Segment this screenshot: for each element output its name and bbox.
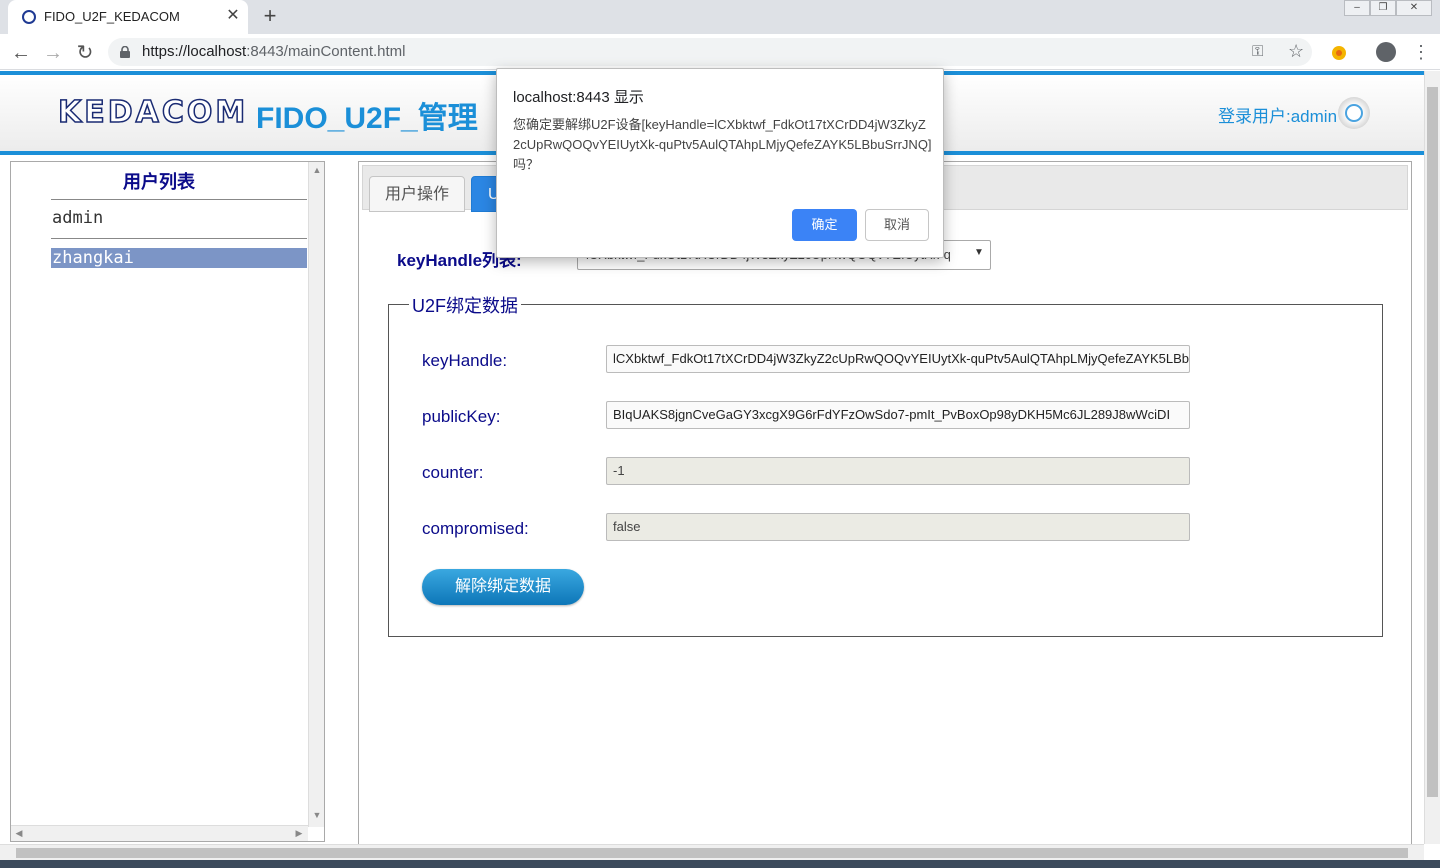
chevron-down-icon: ▼ [974,247,984,258]
scrollbar-thumb[interactable] [1427,87,1438,797]
u2f-binding-fieldset: U2F绑定数据 keyHandle: lCXbktwf_FdkOt17tXCrD… [388,292,1383,637]
page-vertical-scrollbar[interactable] [1424,71,1440,844]
publickey-label: publicKey: [422,407,501,426]
url-host: https://localhost [142,43,247,60]
lock-icon [120,46,130,58]
forward-icon[interactable]: → [42,42,64,64]
logout-power-icon[interactable] [1338,97,1370,129]
user-item-admin[interactable]: admin [51,208,307,228]
url-text: https://localhost:8443/mainContent.html [142,43,406,60]
extension-icon[interactable] [1330,43,1348,61]
ok-button[interactable]: 确定 [792,209,857,241]
divider [51,199,307,200]
bookmark-star-icon[interactable]: ☆ [1288,41,1304,62]
os-taskbar [0,860,1440,868]
counter-field[interactable]: -1 [606,457,1190,485]
close-tab-icon[interactable]: ✕ [224,6,242,26]
compromised-field[interactable]: false [606,513,1190,541]
publickey-field[interactable]: BIqUAKS8jgnCveGaGY3xcgX9G6rFdYFzOwSdo7-p… [606,401,1190,429]
scroll-right-icon[interactable]: ▶ [291,828,307,839]
scroll-up-icon[interactable]: ▲ [309,165,325,175]
unbind-button[interactable]: 解除绑定数据 [422,569,584,605]
user-list-panel: 用户列表 admin zhangkai ▲ ▼ ◀ ▶ [10,161,325,842]
dialog-message: 您确定要解绑U2F设备[keyHandle=lCXbktwf_FdkOt17tX… [513,117,932,172]
sidebar-vertical-scrollbar[interactable]: ▲ ▼ [308,162,324,827]
address-bar[interactable]: https://localhost:8443/mainContent.html … [108,38,1312,66]
scroll-down-icon[interactable]: ▼ [309,810,325,820]
cancel-button[interactable]: 取消 [865,209,929,241]
fieldset-legend: U2F绑定数据 [409,292,522,318]
window-close-button[interactable]: ✕ [1396,0,1432,16]
main-panel: 用户操作 U keyHandle列表: lCXbktwf_FdkOt17tXCr… [358,161,1412,844]
loading-icon [22,10,36,24]
confirm-dialog: localhost:8443 显示 您确定要解绑U2F设备[keyHandle=… [496,68,944,258]
reload-icon[interactable]: ↻ [74,42,96,64]
scroll-left-icon[interactable]: ◀ [11,828,27,839]
profile-icon[interactable] [1376,42,1396,62]
user-item-zhangkai[interactable]: zhangkai [51,248,307,268]
keyhandle-label: keyHandle: [422,351,508,370]
sidebar-horizontal-scrollbar[interactable]: ◀ ▶ [11,825,308,841]
tab-title: FIDO_U2F_KEDACOM [44,9,180,24]
counter-label: counter: [422,463,484,482]
back-icon[interactable]: ← [10,42,32,64]
login-user-label: 登录用户:admin [1218,107,1338,126]
compromised-label: compromised: [422,519,529,538]
tab-strip: FIDO_U2F_KEDACOM ✕ + – ❐ ✕ [0,0,1440,34]
kedacom-logo: KEDACOM [57,94,249,131]
key-icon[interactable]: ⚿ [1252,43,1263,60]
user-list-title: 用户列表 [123,172,195,192]
restore-button[interactable]: ❐ [1370,0,1396,16]
scrollbar-thumb[interactable] [16,848,1408,858]
app-title: FIDO_U2F_管理 [256,102,478,135]
url-path: :8443/mainContent.html [246,43,406,60]
browser-tab[interactable]: FIDO_U2F_KEDACOM ✕ [8,0,248,34]
more-menu-icon[interactable]: ⋮ [1412,42,1430,62]
keyhandle-field[interactable]: lCXbktwf_FdkOt17tXCrDD4jW3ZkyZ2cUpRwQOQv… [606,345,1190,373]
tab-user-operation[interactable]: 用户操作 [369,176,465,212]
divider [51,238,307,239]
dialog-title: localhost:8443 显示 [513,89,644,106]
new-tab-button[interactable]: + [258,4,282,28]
minimize-button[interactable]: – [1344,0,1370,16]
page-horizontal-scrollbar[interactable] [0,844,1424,860]
